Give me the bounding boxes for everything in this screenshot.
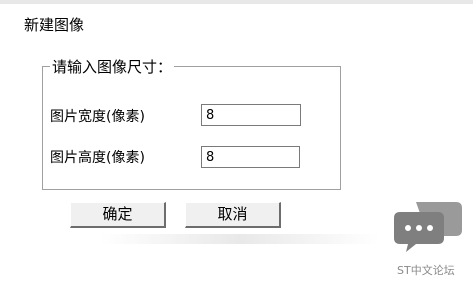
ok-button[interactable]: 确定 <box>70 202 166 228</box>
dialog-title: 新建图像 <box>24 16 85 34</box>
top-border <box>0 0 473 4</box>
cancel-button[interactable]: 取消 <box>185 202 281 228</box>
width-label: 图片宽度(像素) <box>50 109 145 125</box>
watermark-text: ST中文论坛 <box>397 264 455 277</box>
blurred-region <box>100 234 380 244</box>
new-image-dialog: 新建图像 请输入图像尺寸： 图片宽度(像素) 图片高度(像素) 确定 取消 ST… <box>0 0 473 284</box>
height-input[interactable] <box>201 146 300 168</box>
width-input[interactable] <box>201 104 301 126</box>
size-groupbox <box>42 66 341 190</box>
groupbox-legend: 请输入图像尺寸： <box>50 56 175 77</box>
height-label: 图片高度(像素) <box>50 150 145 166</box>
chat-bubble-icon <box>394 202 462 252</box>
